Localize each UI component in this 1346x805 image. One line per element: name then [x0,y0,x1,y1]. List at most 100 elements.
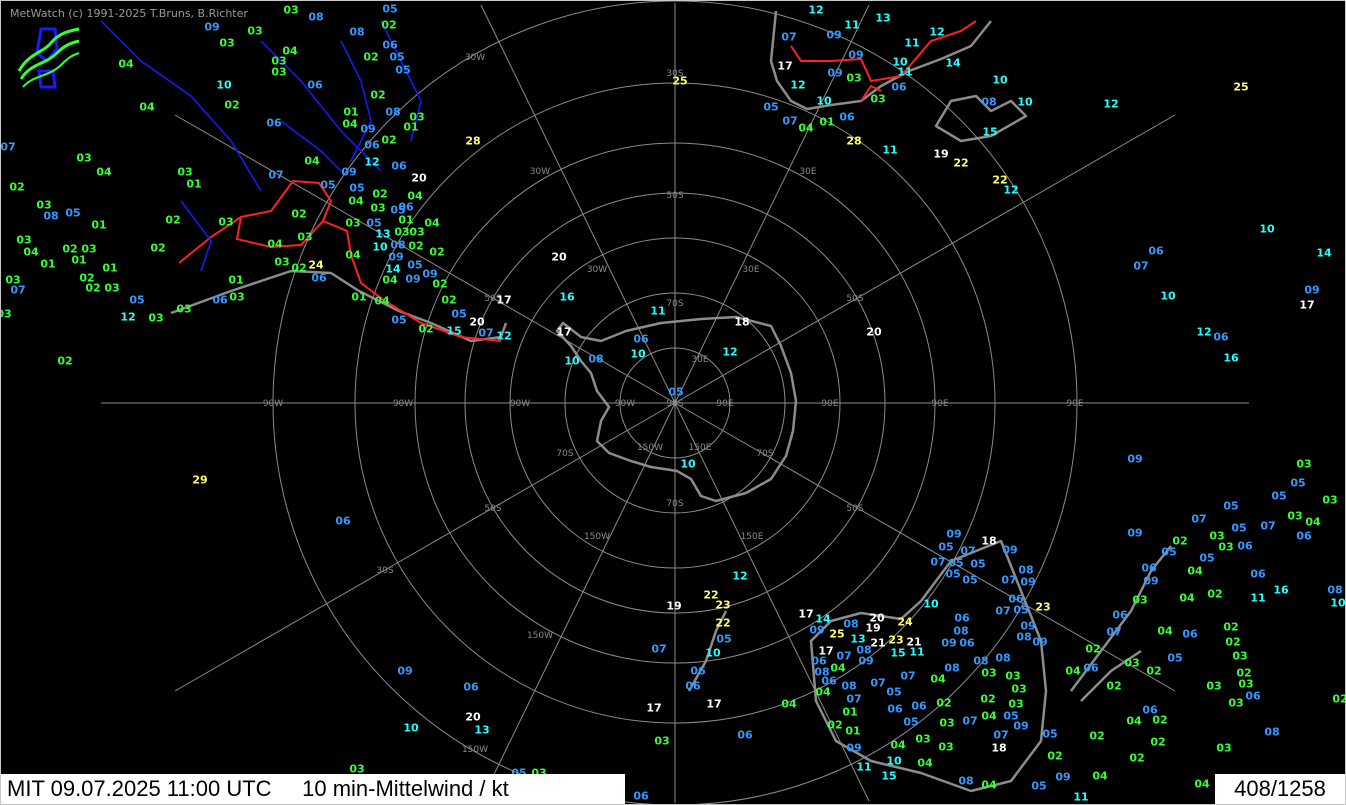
wind-speed-label: 16 [559,290,575,304]
wind-speed-label: 09 [341,165,357,179]
wind-speed-label: 04 [1179,591,1195,605]
wind-speed-label: 02 [418,322,434,336]
wind-speed-label: 06 [364,138,380,152]
wind-speed-label: 29 [192,473,208,487]
wind-speed-label: 05 [945,567,961,581]
wind-speed-label: 02 [57,354,73,368]
wind-speed-label: 07 [10,283,26,297]
wind-speed-label: 12 [120,310,136,324]
wind-speed-label: 09 [397,664,413,678]
wind-speed-label: 07 [846,692,862,706]
wind-speed-label: 11 [882,143,898,157]
wind-speed-label: 06 [685,679,701,693]
wind-speed-label: 06 [335,514,351,528]
wind-speed-label: 08 [390,238,406,252]
wind-speed-label: 10 [886,754,902,768]
wind-speed-label: 05 [382,2,398,16]
wind-speed-label: 17 [706,697,722,711]
wind-speed-label: 02 [1129,751,1145,765]
wind-speed-label: 02 [224,98,240,112]
wind-speed-label: 03 [176,302,192,316]
wind-speed-label: 06 [391,159,407,173]
wind-speed-label: 09 [204,20,220,34]
meridian-line [674,114,1176,404]
wind-speed-label: 04 [981,778,997,792]
wind-speed-label: 07 [993,728,1009,742]
wind-speed-label: 09 [1013,719,1029,733]
wind-speed-label: 02 [1332,692,1345,706]
wind-speed-label: 04 [139,100,155,114]
wind-speed-label: 03 [846,71,862,85]
wind-speed-label: 01 [398,213,414,227]
wind-speed-label: 04 [781,697,797,711]
wind-speed-label: 10 [816,94,832,108]
wind-speed-label: 08 [981,95,997,109]
polar-stereographic-map[interactable]: 30S50S70S70S70S70S50S50S50S50S90S90W 90W 9… [1,1,1345,804]
wind-speed-label: 02 [980,692,996,706]
wind-speed-label: 04 [1194,777,1210,791]
wind-speed-label: 02 [1047,749,1063,763]
wind-speed-label: 05 [320,178,336,192]
wind-speed-label: 09 [827,66,843,80]
wind-speed-label: 09 [941,636,957,650]
wind-speed-label: 05 [349,181,365,195]
wind-speed-label: 03 [1218,540,1234,554]
wind-speed-label: 15 [881,769,897,783]
wind-speed-label: 24 [308,258,324,272]
wind-speed-label: 08 [588,352,604,366]
wind-speed-label: 15 [446,324,462,338]
wind-speed-label: 09 [1127,526,1143,540]
wind-speed-label: 07 [1260,519,1276,533]
wind-speed-label: 25 [1233,80,1249,94]
wind-speed-label: 06 [307,78,323,92]
wind-speed-label: 05 [1042,727,1058,741]
wind-speed-label: 02 [936,696,952,710]
wind-speed-label: 04 [1126,714,1142,728]
wind-speed-label: 03 [1232,649,1248,663]
grid-label: 90S [666,399,683,409]
wind-speed-label: 01 [102,261,118,275]
wind-speed-label: 07 [268,168,284,182]
wind-speed-label: 11 [844,18,860,32]
wind-speed-label: 01 [71,253,87,267]
grid-label: 90E [1066,399,1083,409]
grid-label: 90W [510,399,530,409]
wind-speed-label: 11 [1250,591,1266,605]
wind-speed-label: 14 [945,56,961,70]
wind-speed-label: 03 [915,732,931,746]
wind-speed-label: 09 [1020,575,1036,589]
wind-speed-label: 19 [865,621,881,635]
wind-speed-label: 02 [291,207,307,221]
wind-speed-label: 15 [982,125,998,139]
wind-speed-label: 11 [856,760,872,774]
wind-speed-label: 07 [782,114,798,128]
wind-speed-label: 01 [228,273,244,287]
wind-speed-label: 06 [690,664,706,678]
wind-speed-label: 04 [830,661,846,675]
wind-speed-label: 02 [1089,729,1105,743]
wind-speed-label: 07 [1191,512,1207,526]
wind-speed-label: 09 [846,741,862,755]
metwatch-logo-icon [17,27,80,89]
wind-speed-label: 28 [846,134,862,148]
wind-speed-label: 05 [395,63,411,77]
wind-speed-label: 09 [1127,452,1143,466]
wind-speed-label: 05 [1199,551,1215,565]
wind-speed-label: 03 [1124,656,1140,670]
wind-speed-label: 17 [798,607,814,621]
wind-speed-label: 02 [291,261,307,275]
grid-label: 30E [799,167,816,177]
wind-speed-label: 12 [496,329,512,343]
wind-speed-label: 09 [388,250,404,264]
wind-speed-label: 06 [839,110,855,124]
wind-speed-label: 05 [938,540,954,554]
wind-speed-label: 02 [827,718,843,732]
wind-speed-label: 11 [1073,790,1089,804]
wind-speed-label: 01 [842,705,858,719]
wind-speed-label: 09 [809,623,825,637]
grid-label: 150E [741,532,764,542]
wind-speed-label: 03 [1206,679,1222,693]
wind-speed-label: 03 [870,92,886,106]
wind-speed-label: 06 [959,636,975,650]
wind-speed-label: 18 [991,741,1007,755]
